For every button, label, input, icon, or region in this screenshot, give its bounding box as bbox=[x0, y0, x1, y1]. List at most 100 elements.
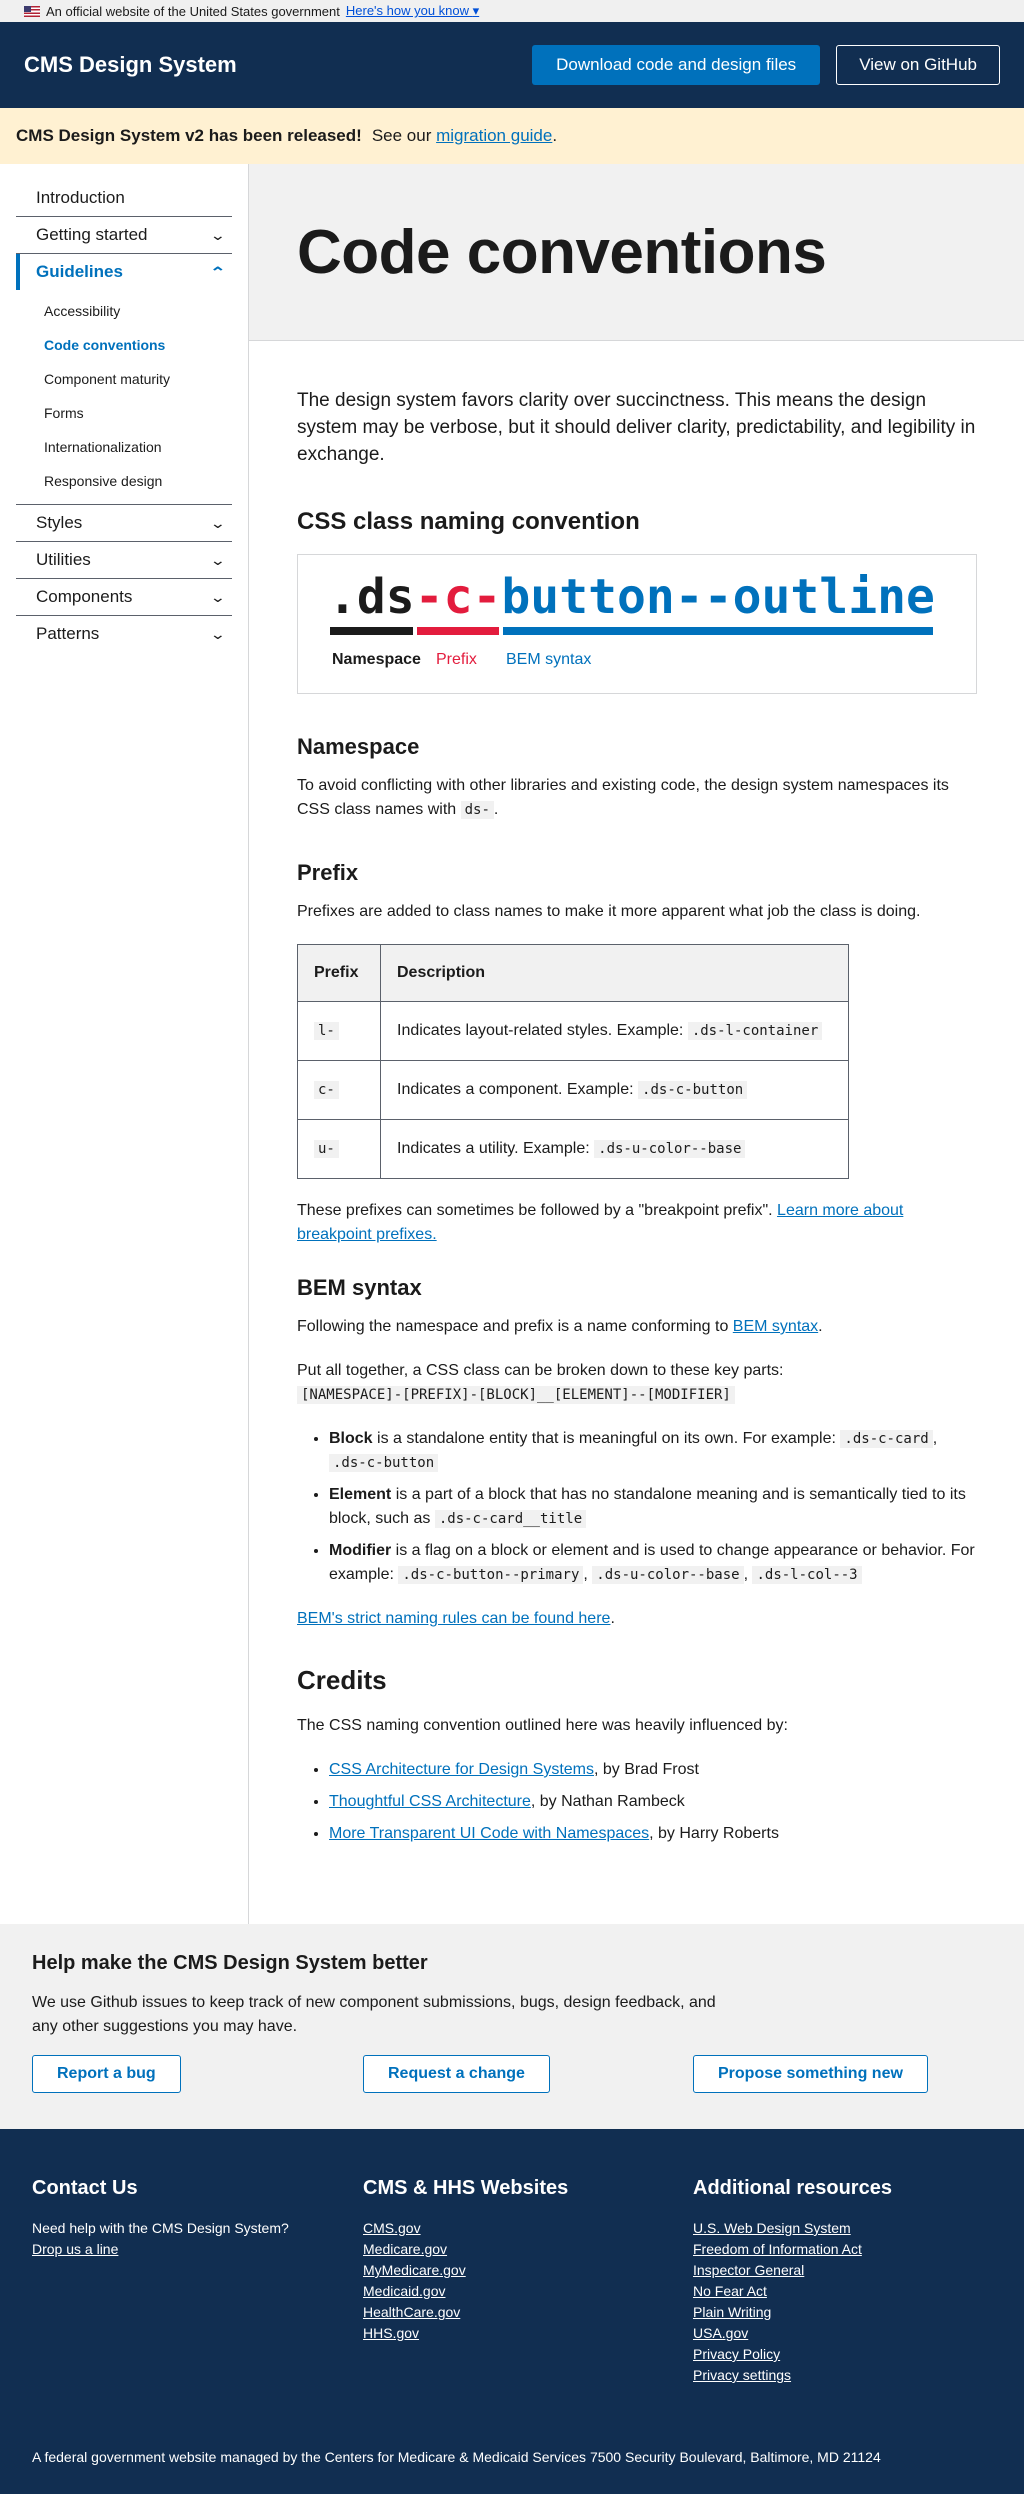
sidebar-item-patterns[interactable]: Patterns ⌄ bbox=[16, 616, 232, 652]
diagram-prefix: -c- bbox=[415, 569, 501, 635]
bullet-text: is a standalone entity that is meaningfu… bbox=[377, 1430, 836, 1447]
credit-author: , by Harry Roberts bbox=[649, 1825, 779, 1842]
footer-link-privacy-policy[interactable]: Privacy Policy bbox=[693, 2344, 892, 2365]
sidebar-item-getting-started[interactable]: Getting started ⌄ bbox=[16, 216, 232, 254]
row-description: Indicates a component. Example: bbox=[397, 1081, 634, 1098]
footer-link-no-fear-act[interactable]: No Fear Act bbox=[693, 2281, 892, 2302]
credit-link[interactable]: More Transparent UI Code with Namespaces bbox=[329, 1825, 649, 1842]
chevron-down-icon: ⌄ bbox=[209, 588, 227, 605]
credit-link[interactable]: CSS Architecture for Design Systems bbox=[329, 1761, 594, 1778]
prefix-code: l- bbox=[314, 1022, 339, 1040]
github-button[interactable]: View on GitHub bbox=[836, 45, 1000, 85]
bem-parts-list: Block is a standalone entity that is mea… bbox=[297, 1427, 977, 1587]
sidebar-item-styles[interactable]: Styles ⌄ bbox=[16, 505, 232, 542]
gov-banner-link[interactable]: Here's how you know bbox=[346, 3, 469, 18]
main-content: Code conventions The design system favor… bbox=[249, 164, 1024, 1924]
footer-link-medicaid[interactable]: Medicaid.gov bbox=[363, 2281, 568, 2302]
footer-cms-links: CMS & HHS Websites CMS.gov Medicare.gov … bbox=[363, 2177, 568, 2344]
subnav-item-internationalization[interactable]: Internationalization bbox=[16, 430, 232, 464]
footer-link-foia[interactable]: Freedom of Information Act bbox=[693, 2239, 892, 2260]
chevron-down-icon: ⌄ bbox=[209, 226, 227, 243]
footer-link-uswds[interactable]: U.S. Web Design System bbox=[693, 2218, 892, 2239]
propose-new-button[interactable]: Propose something new bbox=[693, 2055, 928, 2093]
credit-author: , by Nathan Rambeck bbox=[530, 1793, 685, 1810]
bem-rules-paragraph: BEM's strict naming rules can be found h… bbox=[297, 1610, 615, 1627]
subnav-item-accessibility[interactable]: Accessibility bbox=[16, 294, 232, 328]
drop-us-a-line-link[interactable]: Drop us a line bbox=[32, 2239, 289, 2260]
sidebar-item-guidelines[interactable]: Guidelines ⌃ bbox=[16, 254, 232, 290]
migration-guide-link[interactable]: migration guide bbox=[436, 126, 552, 146]
request-change-button[interactable]: Request a change bbox=[363, 2055, 550, 2093]
page-hero: Code conventions bbox=[249, 164, 1024, 341]
bem-syntax-link[interactable]: BEM syntax bbox=[733, 1318, 818, 1335]
footer-contact: Contact Us Need help with the CMS Design… bbox=[32, 2177, 289, 2260]
download-button[interactable]: Download code and design files bbox=[532, 45, 821, 85]
bullet-term: Element bbox=[329, 1486, 392, 1503]
credit-link[interactable]: Thoughtful CSS Architecture bbox=[329, 1793, 531, 1810]
footer-link-plain-writing[interactable]: Plain Writing bbox=[693, 2302, 892, 2323]
footer-link-healthcare[interactable]: HealthCare.gov bbox=[363, 2302, 568, 2323]
diagram-bem: button--outline bbox=[501, 569, 935, 635]
footer-link-medicare[interactable]: Medicare.gov bbox=[363, 2239, 568, 2260]
footer-link-inspector-general[interactable]: Inspector General bbox=[693, 2260, 892, 2281]
footer-link-usa-gov[interactable]: USA.gov bbox=[693, 2323, 892, 2344]
diagram-label-namespace: Namespace bbox=[332, 651, 421, 668]
footer-link-cms[interactable]: CMS.gov bbox=[363, 2218, 568, 2239]
subnav-item-code-conventions[interactable]: Code conventions bbox=[16, 328, 232, 362]
alert-text-pre: See our bbox=[371, 126, 432, 145]
sidebar-item-introduction[interactable]: Introduction bbox=[16, 180, 232, 216]
sidebar-item-label: Utilities bbox=[36, 550, 91, 569]
subnav-item-responsive-design[interactable]: Responsive design bbox=[16, 464, 232, 498]
table-cell-prefix: u- bbox=[297, 1119, 381, 1179]
bullet-code: .ds-c-button--primary bbox=[398, 1566, 584, 1584]
heading-credits: Credits bbox=[297, 1665, 387, 1695]
gov-banner-text: An official website of the United States… bbox=[46, 3, 340, 19]
together-text: Put all together, a CSS class can be bro… bbox=[297, 1362, 784, 1379]
sidebar-item-utilities[interactable]: Utilities ⌄ bbox=[16, 542, 232, 579]
footer-resources: Additional resources U.S. Web Design Sys… bbox=[693, 2177, 892, 2386]
row-description: Indicates layout-related styles. Example… bbox=[397, 1022, 684, 1039]
list-item: Block is a standalone entity that is mea… bbox=[329, 1427, 977, 1475]
report-bug-button[interactable]: Report a bug bbox=[32, 2055, 181, 2093]
feedback-section: Help make the CMS Design System better W… bbox=[0, 1924, 1024, 2129]
gov-banner-toggle[interactable]: Here's how you know ▾ bbox=[346, 3, 479, 19]
footer-link-privacy-settings[interactable]: Privacy settings bbox=[693, 2365, 892, 2386]
site-footer: Contact Us Need help with the CMS Design… bbox=[0, 2129, 1024, 2494]
table-cell-description: Indicates layout-related styles. Example… bbox=[380, 1001, 849, 1061]
gov-banner: An official website of the United States… bbox=[0, 0, 1024, 22]
prefix-table: Prefix Description l- Indicates layout-r… bbox=[297, 944, 849, 1179]
together-paragraph: Put all together, a CSS class can be bro… bbox=[297, 1359, 977, 1407]
list-item: Element is a part of a block that has no… bbox=[329, 1483, 977, 1531]
credits-list: CSS Architecture for Design Systems , by … bbox=[297, 1758, 977, 1846]
footer-link-mymedicare[interactable]: MyMedicare.gov bbox=[363, 2260, 568, 2281]
bullet-code: .ds-c-button bbox=[329, 1454, 439, 1472]
diagram-namespace: .ds bbox=[328, 569, 415, 635]
sidebar-nav: Introduction Getting started ⌄ Guidelines… bbox=[0, 164, 249, 1924]
list-item: Thoughtful CSS Architecture, by Nathan R… bbox=[329, 1790, 977, 1814]
sidebar-item-label: Guidelines bbox=[36, 262, 123, 281]
table-cell-prefix: c- bbox=[297, 1060, 381, 1120]
sidebar-item-label: Getting started bbox=[36, 225, 148, 244]
subnav-item-forms[interactable]: Forms bbox=[16, 396, 232, 430]
site-title[interactable]: CMS Design System bbox=[24, 52, 532, 78]
chevron-up-icon: ⌃ bbox=[209, 263, 227, 280]
subnav-item-component-maturity[interactable]: Component maturity bbox=[16, 362, 232, 396]
table-header-prefix: Prefix bbox=[297, 944, 381, 1002]
row-description: Indicates a utility. Example: bbox=[397, 1140, 590, 1157]
example-code: .ds-l-container bbox=[687, 1022, 823, 1040]
bullet-code: .ds-l-col--3 bbox=[752, 1566, 862, 1584]
heading-naming-convention: CSS class naming convention bbox=[297, 508, 640, 535]
table-row: u- Indicates a utility. Example: .ds-u-c… bbox=[297, 1119, 849, 1179]
chevron-down-icon: ⌄ bbox=[209, 625, 227, 642]
bem-rules-link[interactable]: BEM's strict naming rules can be found h… bbox=[297, 1610, 610, 1627]
prefix-paragraph: Prefixes are added to class names to mak… bbox=[297, 903, 921, 920]
footer-link-hhs[interactable]: HHS.gov bbox=[363, 2323, 568, 2344]
bem-text: Following the namespace and prefix is a … bbox=[297, 1318, 729, 1335]
sidebar-item-label: Introduction bbox=[36, 188, 125, 207]
sidebar-item-components[interactable]: Components ⌄ bbox=[16, 579, 232, 616]
bullet-code: .ds-c-card__title bbox=[434, 1510, 587, 1528]
prefix-code: c- bbox=[314, 1081, 339, 1099]
bullet-code: .ds-u-color--base bbox=[592, 1566, 744, 1584]
naming-diagram: .ds -c- button--outline Namespace Prefix… bbox=[297, 554, 977, 694]
table-row: c- Indicates a component. Example: .ds-c… bbox=[297, 1060, 849, 1120]
